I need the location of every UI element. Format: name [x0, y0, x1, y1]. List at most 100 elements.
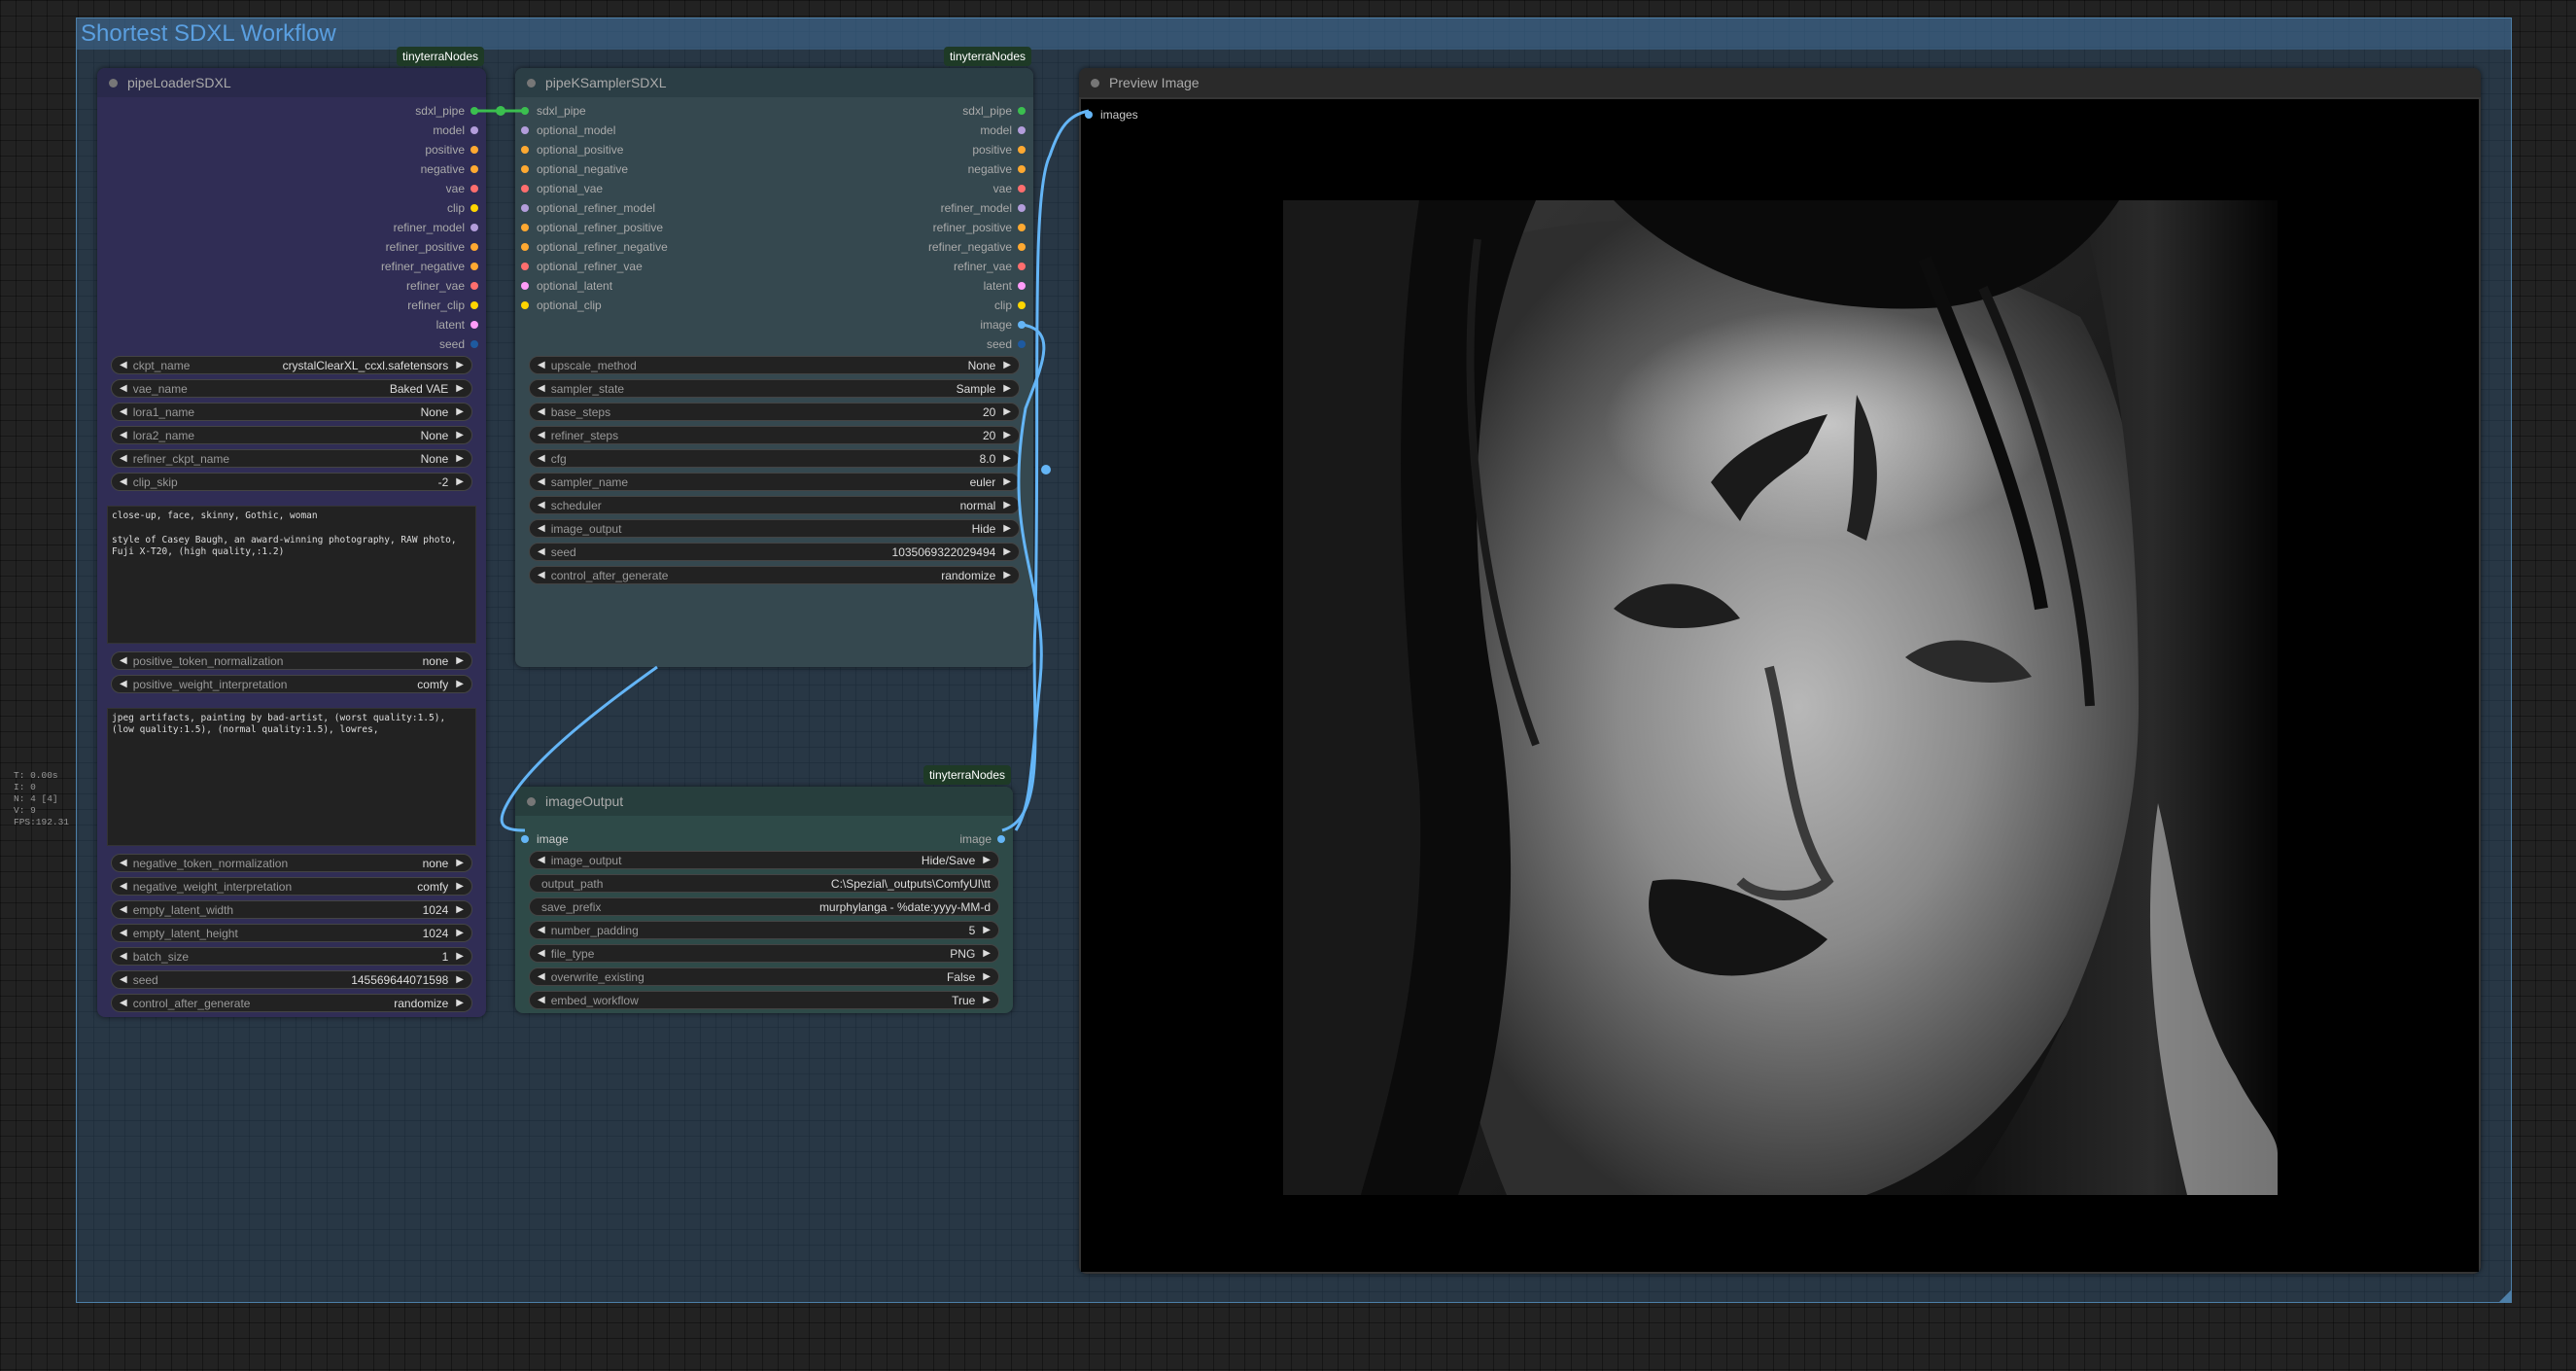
decrement-arrow-icon[interactable]: ◀	[538, 855, 545, 865]
collapse-dot[interactable]	[109, 78, 118, 88]
output-slot-image[interactable]: image	[959, 829, 1005, 849]
slot-dot[interactable]	[521, 126, 529, 134]
node-title-bar[interactable]: Preview Image	[1079, 68, 2481, 97]
slot-dot[interactable]	[521, 204, 529, 212]
output-slot-image[interactable]: image	[980, 315, 1026, 334]
output-slot-refiner-clip[interactable]: refiner_clip	[407, 296, 478, 315]
decrement-arrow-icon[interactable]: ◀	[538, 995, 545, 1005]
widget-refiner-steps[interactable]: ◀ refiner_steps 20 ▶	[529, 426, 1020, 444]
widget-seed[interactable]: ◀ seed 145569644071598 ▶	[111, 970, 472, 989]
input-slot-optional-model[interactable]: optional_model	[521, 121, 615, 140]
output-slot-seed[interactable]: seed	[439, 334, 478, 354]
slot-dot[interactable]	[1018, 165, 1026, 173]
slot-dot[interactable]	[1018, 243, 1026, 251]
collapse-dot[interactable]	[527, 796, 536, 806]
decrement-arrow-icon[interactable]: ◀	[538, 570, 545, 580]
widget-save-prefix[interactable]: save_prefix murphylanga - %date:yyyy-MM-d	[529, 897, 999, 916]
decrement-arrow-icon[interactable]: ◀	[538, 925, 545, 935]
input-slot-optional-clip[interactable]: optional_clip	[521, 296, 602, 315]
slot-dot[interactable]	[1018, 107, 1026, 115]
output-slot-model[interactable]: model	[980, 121, 1026, 140]
increment-arrow-icon[interactable]: ▶	[456, 655, 464, 666]
increment-arrow-icon[interactable]: ▶	[456, 928, 464, 938]
decrement-arrow-icon[interactable]: ◀	[120, 858, 127, 868]
decrement-arrow-icon[interactable]: ◀	[538, 971, 545, 982]
widget-cfg[interactable]: ◀ cfg 8.0 ▶	[529, 449, 1020, 468]
widget-lora1-name[interactable]: ◀ lora1_name None ▶	[111, 403, 472, 421]
input-slot-optional-vae[interactable]: optional_vae	[521, 179, 603, 198]
widget-seed[interactable]: ◀ seed 1035069322029494 ▶	[529, 543, 1020, 561]
increment-arrow-icon[interactable]: ▶	[1003, 383, 1011, 394]
output-slot-refiner-vae[interactable]: refiner_vae	[406, 276, 478, 296]
slot-dot[interactable]	[1018, 340, 1026, 348]
increment-arrow-icon[interactable]: ▶	[456, 881, 464, 892]
input-slot-optional-positive[interactable]: optional_positive	[521, 140, 623, 159]
group-resize-handle[interactable]	[2499, 1290, 2511, 1302]
increment-arrow-icon[interactable]: ▶	[456, 998, 464, 1008]
slot-dot[interactable]	[521, 282, 529, 290]
widget-embed-workflow[interactable]: ◀ embed_workflow True ▶	[529, 991, 999, 1009]
node-pipe-loader-sdxl[interactable]: tinyterraNodes pipeLoaderSDXL sdxl_pipe m…	[97, 47, 486, 1017]
increment-arrow-icon[interactable]: ▶	[456, 406, 464, 417]
widget-control-after-generate[interactable]: ◀ control_after_generate randomize ▶	[529, 566, 1020, 584]
node-image-output[interactable]: tinyterraNodes imageOutput image image ◀…	[515, 765, 1013, 1013]
increment-arrow-icon[interactable]: ▶	[1003, 523, 1011, 534]
increment-arrow-icon[interactable]: ▶	[983, 925, 991, 935]
widget-ckpt-name[interactable]: ◀ ckpt_name crystalClearXL_ccxl.safetensor…	[111, 356, 472, 374]
increment-arrow-icon[interactable]: ▶	[456, 904, 464, 915]
slot-dot[interactable]	[470, 243, 478, 251]
increment-arrow-icon[interactable]: ▶	[456, 360, 464, 370]
output-slot-refiner-positive[interactable]: refiner_positive	[933, 218, 1026, 237]
output-slot-refiner-positive[interactable]: refiner_positive	[386, 237, 478, 257]
slot-dot[interactable]	[470, 224, 478, 231]
slot-dot[interactable]	[470, 204, 478, 212]
output-slot-vae[interactable]: vae	[993, 179, 1026, 198]
positive-prompt-textarea[interactable]: close-up, face, skinny, Gothic, woman st…	[107, 506, 476, 644]
widget-base-steps[interactable]: ◀ base_steps 20 ▶	[529, 403, 1020, 421]
widget-vae-name[interactable]: ◀ vae_name Baked VAE ▶	[111, 379, 472, 398]
widget-batch-size[interactable]: ◀ batch_size 1 ▶	[111, 947, 472, 966]
slot-dot[interactable]	[470, 185, 478, 193]
output-slot-refiner-negative[interactable]: refiner_negative	[381, 257, 478, 276]
increment-arrow-icon[interactable]: ▶	[456, 430, 464, 440]
slot-dot[interactable]	[470, 165, 478, 173]
increment-arrow-icon[interactable]: ▶	[1003, 570, 1011, 580]
increment-arrow-icon[interactable]: ▶	[1003, 360, 1011, 370]
output-slot-sdxl-pipe[interactable]: sdxl_pipe	[415, 101, 478, 121]
decrement-arrow-icon[interactable]: ◀	[120, 383, 127, 394]
output-slot-refiner-negative[interactable]: refiner_negative	[928, 237, 1026, 257]
slot-dot[interactable]	[1085, 111, 1093, 119]
decrement-arrow-icon[interactable]: ◀	[120, 430, 127, 440]
decrement-arrow-icon[interactable]: ◀	[538, 948, 545, 959]
output-slot-model[interactable]: model	[433, 121, 478, 140]
increment-arrow-icon[interactable]: ▶	[456, 453, 464, 464]
decrement-arrow-icon[interactable]: ◀	[120, 655, 127, 666]
slot-dot[interactable]	[1018, 301, 1026, 309]
increment-arrow-icon[interactable]: ▶	[456, 679, 464, 689]
output-slot-refiner-model[interactable]: refiner_model	[394, 218, 478, 237]
widget-empty-latent-width[interactable]: ◀ empty_latent_width 1024 ▶	[111, 900, 472, 919]
slot-dot[interactable]	[521, 224, 529, 231]
slot-dot[interactable]	[521, 263, 529, 270]
widget-positive-weight-interpretation[interactable]: ◀ positive_weight_interpretation comfy ▶	[111, 675, 472, 693]
slot-dot[interactable]	[997, 835, 1005, 843]
input-slot-optional-negative[interactable]: optional_negative	[521, 159, 628, 179]
decrement-arrow-icon[interactable]: ◀	[538, 546, 545, 557]
slot-dot[interactable]	[521, 301, 529, 309]
decrement-arrow-icon[interactable]: ◀	[538, 360, 545, 370]
slot-dot[interactable]	[1018, 282, 1026, 290]
decrement-arrow-icon[interactable]: ◀	[538, 406, 545, 417]
slot-dot[interactable]	[470, 263, 478, 270]
increment-arrow-icon[interactable]: ▶	[1003, 453, 1011, 464]
output-slot-sdxl-pipe[interactable]: sdxl_pipe	[962, 101, 1026, 121]
decrement-arrow-icon[interactable]: ◀	[120, 679, 127, 689]
input-slot-optional-refiner-model[interactable]: optional_refiner_model	[521, 198, 655, 218]
slot-dot[interactable]	[1018, 224, 1026, 231]
decrement-arrow-icon[interactable]: ◀	[120, 360, 127, 370]
node-title-bar[interactable]: pipeLoaderSDXL	[97, 68, 486, 97]
widget-overwrite-existing[interactable]: ◀ overwrite_existing False ▶	[529, 967, 999, 986]
slot-dot[interactable]	[521, 185, 529, 193]
widget-lora2-name[interactable]: ◀ lora2_name None ▶	[111, 426, 472, 444]
increment-arrow-icon[interactable]: ▶	[1003, 430, 1011, 440]
widget-sampler-state[interactable]: ◀ sampler_state Sample ▶	[529, 379, 1020, 398]
